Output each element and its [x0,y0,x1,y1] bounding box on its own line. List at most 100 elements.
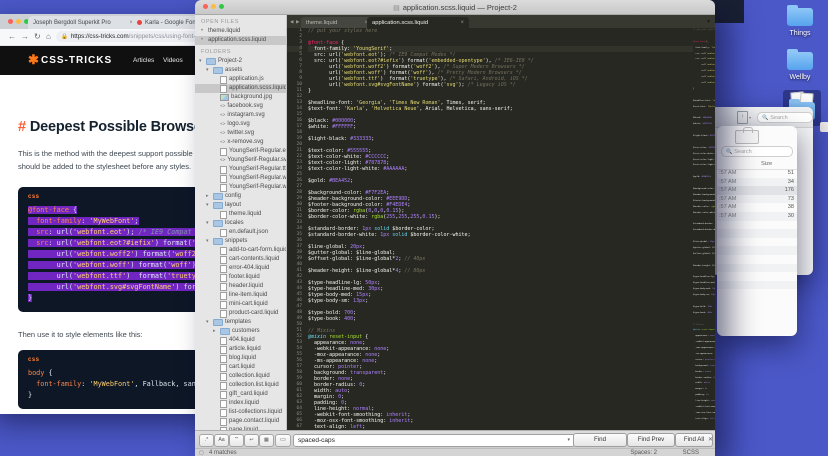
minimize-window-button[interactable] [16,19,21,24]
case-sensitive-toggle[interactable]: Aa [214,434,229,447]
open-file-item[interactable]: •application.scss.liquid [195,36,286,45]
editor-tab-active[interactable]: application.scss.liquid× [367,17,469,28]
dropdown-caret-icon[interactable]: ▾ [567,435,570,446]
tree-file-item[interactable]: application.scss.liquid [195,84,286,93]
close-find-bar-icon[interactable]: ✕ [708,436,713,443]
editor-tab-inactive[interactable]: theme.liquid× [301,17,373,28]
forward-icon[interactable]: → [21,32,29,42]
size-column-header[interactable]: Size [761,161,772,167]
nav-videos[interactable]: Videos [163,57,183,64]
tree-folder-item[interactable]: ▸customers [195,327,286,336]
desktop-folder-wellby[interactable]: Wellby [772,52,828,81]
tree-file-item[interactable]: theme.liquid [195,210,286,219]
find-prev-button[interactable]: Find Prev [627,433,675,447]
tree-file-item[interactable]: add-to-cart-form.liquid [195,246,286,255]
tree-file-item[interactable]: cart.liquid [195,363,286,372]
code-minimap[interactable]: // put your styles here @font-face { fon… [693,28,715,430]
file-row[interactable]: :57 AM30 [717,212,797,221]
nav-articles[interactable]: Articles [133,57,154,64]
folders-header: FOLDERS [195,45,286,57]
tree-file-item[interactable]: YoungSerif-Regular.woff [195,174,286,183]
back-icon[interactable]: ← [8,32,16,42]
tree-file-item[interactable]: collection.list.liquid [195,381,286,390]
css-tricks-logo-icon[interactable]: ✱ [28,53,39,67]
wrap-toggle[interactable]: ↩ [244,434,259,447]
tree-folder-item[interactable]: ▾Project-2 [195,57,286,66]
tree-file-item[interactable]: header.liquid [195,282,286,291]
tree-file-item[interactable]: gift_card.liquid [195,390,286,399]
browser-tab-1[interactable]: Joseph Bergdoll Superkit Pro × [28,16,138,29]
tree-file-item[interactable]: YoungSerif-Regular.ttf [195,165,286,174]
tree-file-item[interactable]: application.js [195,75,286,84]
tree-file-item[interactable]: YoungSerif-Regular.woff2 [195,183,286,192]
tree-file-item[interactable]: blog.liquid [195,354,286,363]
chevron-down-icon[interactable]: ▾ [206,318,211,327]
tree-folder-item[interactable]: ▾snippets [195,237,286,246]
find-button[interactable]: Find [573,433,627,447]
tree-file-item[interactable]: article.liquid [195,345,286,354]
tree-folder-item[interactable]: ▾locales [195,219,286,228]
tree-file-item[interactable]: <>instagram.svg [195,111,286,120]
whole-word-toggle[interactable]: “” [229,434,244,447]
file-row[interactable]: :57 AM34 [717,178,797,187]
syntax-mode[interactable]: SCSS [683,450,699,456]
tab-close-icon[interactable]: × [460,20,464,26]
file-row[interactable]: :57 AM73 [717,195,797,204]
heading-anchor-marker[interactable]: # [18,119,26,135]
tree-file-item[interactable]: error-404.liquid [195,264,286,273]
panel-toggle-icon[interactable]: ▢ [199,450,204,456]
file-row[interactable]: :57 AM38 [717,203,797,212]
chevron-down-icon[interactable]: ▾ [206,66,211,75]
home-icon[interactable]: ⌂ [46,32,51,42]
chevron-right-icon[interactable]: ▸ [213,327,218,336]
tree-file-item[interactable]: <>YoungSerif-Regular.svg [195,156,286,165]
tree-folder-item[interactable]: ▾templates [195,318,286,327]
chevron-down-icon[interactable]: ▾ [206,237,211,246]
tree-file-item[interactable]: index.liquid [195,399,286,408]
tree-file-item[interactable]: page.contact.liquid [195,417,286,426]
search-input[interactable]: 🔍 Search [757,112,813,123]
indent-setting[interactable]: Spaces: 2 [630,450,657,456]
tree-folder-item[interactable]: ▸config [195,192,286,201]
chevron-down-icon[interactable]: ▾ [206,201,211,210]
chevron-down-icon[interactable]: ▾ [199,57,204,66]
tree-file-item[interactable]: 404.liquid [195,336,286,345]
tree-file-item[interactable]: collection.liquid [195,372,286,381]
tree-file-item[interactable]: footer.liquid [195,273,286,282]
tree-file-item[interactable]: list-collections.liquid [195,408,286,417]
find-input[interactable]: spaced-caps ▾ [293,434,575,447]
document-file-icon [220,355,227,363]
tree-file-item[interactable]: cart-contents.liquid [195,255,286,264]
regex-toggle[interactable]: .* [199,434,214,447]
open-file-item[interactable]: •theme.liquid [195,27,286,36]
share-icon[interactable]: ↑ [737,111,748,124]
tree-file-item[interactable]: line-item.liquid [195,291,286,300]
chevron-down-icon[interactable]: ▾ [749,115,751,120]
tree-folder-item[interactable]: ▾assets [195,66,286,75]
tree-file-item[interactable]: mini-cart.liquid [195,300,286,309]
tree-file-item[interactable]: YoungSerif-Regular.eot [195,147,286,156]
search-input[interactable]: 🔍 Search [721,146,793,157]
chevron-right-icon[interactable]: ▸ [206,192,211,201]
file-row[interactable]: :57 AM176 [717,186,797,195]
tree-file-item[interactable]: <>facebook.svg [195,102,286,111]
reload-icon[interactable]: ↻ [34,32,41,42]
tree-file-item[interactable]: en.default.json [195,228,286,237]
desktop-folder-things[interactable]: Things [772,8,828,37]
chevron-down-icon[interactable]: ▾ [206,219,211,228]
tree-folder-item[interactable]: ▾layout [195,201,286,210]
tab-scroll-right-icon[interactable]: ▶ [296,19,299,25]
tab-scroll-left-icon[interactable]: ◀ [290,19,293,25]
highlight-matches-toggle[interactable]: ▦ [259,434,274,447]
tab-overflow-icon[interactable]: ▼ [706,19,711,25]
file-row[interactable]: :57 AM51 [717,169,797,178]
tree-file-item[interactable]: <>x-remove.svg [195,138,286,147]
css-tricks-logo-text[interactable]: CSS-TRICKS [41,55,112,66]
tree-file-item[interactable]: <>twitter.svg [195,129,286,138]
close-window-button[interactable] [8,19,13,24]
tree-file-item[interactable]: background.jpg [195,93,286,102]
tree-file-item[interactable]: <>logo.svg [195,120,286,129]
code-editor[interactable]: 1234567891011121314151617181920212223242… [287,28,693,430]
tree-file-item[interactable]: product-card.liquid [195,309,286,318]
in-selection-toggle[interactable]: ▭ [275,434,291,447]
